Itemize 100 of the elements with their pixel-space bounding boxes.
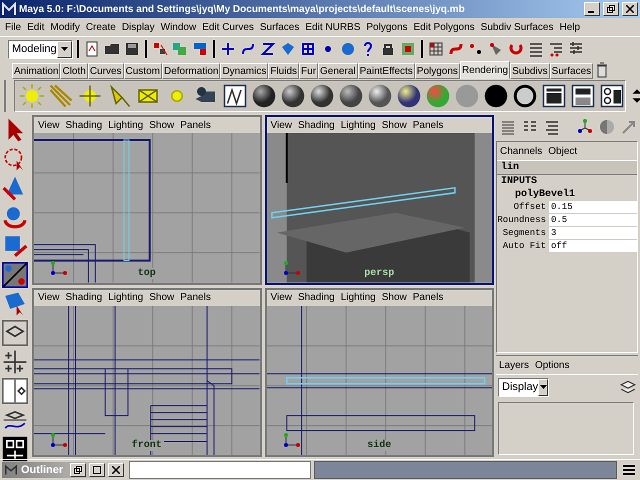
- maximize-button[interactable]: [89, 463, 105, 477]
- menu-item[interactable]: Options: [532, 360, 572, 370]
- menu-item[interactable]: Panels: [410, 292, 446, 303]
- menu-item[interactable]: Edit Curves: [199, 22, 257, 32]
- point-light-icon[interactable]: [77, 83, 103, 109]
- restore-button[interactable]: [603, 2, 619, 16]
- shelf-tab[interactable]: Dynamics: [220, 63, 268, 79]
- shelf-tab[interactable]: Curves: [88, 63, 124, 79]
- menu-item[interactable]: Shading: [295, 120, 338, 130]
- menu-item[interactable]: Show: [146, 292, 178, 303]
- camera-label: front: [130, 440, 164, 451]
- camera-label: side: [365, 440, 394, 451]
- menu-item[interactable]: Shading: [62, 120, 106, 130]
- ring-icon[interactable]: [512, 83, 538, 109]
- maya-logo-icon: [2, 2, 16, 16]
- attribute-value-field[interactable]: 0.15: [549, 201, 637, 213]
- shelf-tab[interactable]: Animation: [12, 63, 60, 79]
- close-button[interactable]: [622, 2, 638, 16]
- menu-item[interactable]: Object: [545, 146, 580, 156]
- component-select-icon[interactable]: [191, 40, 209, 58]
- menu-item[interactable]: Show: [378, 292, 410, 303]
- attribute-value-field[interactable]: 3: [549, 227, 637, 239]
- shelf-tab[interactable]: Fur: [299, 63, 318, 79]
- layer-mode-dropdown[interactable]: Display: [498, 378, 549, 396]
- menu-item[interactable]: View: [35, 120, 62, 130]
- anisotropic-sphere-icon[interactable]: [367, 83, 393, 109]
- menu-item[interactable]: Edit Polygons: [410, 22, 478, 32]
- minimize-button[interactable]: [584, 2, 600, 16]
- maximize-icon: [93, 466, 101, 474]
- menu-item[interactable]: Panels: [177, 292, 214, 303]
- menu-item[interactable]: Show: [378, 120, 410, 130]
- maya-logo-icon[interactable]: [4, 463, 18, 477]
- menu-item[interactable]: Shading: [62, 292, 106, 303]
- restore-icon: [74, 466, 82, 474]
- layered-sphere-icon[interactable]: [396, 83, 422, 109]
- viewport-panel[interactable]: View Shading Lighting Show Panels side: [264, 288, 494, 457]
- shelf-tab[interactable]: Custom: [124, 63, 162, 79]
- shelf-tab[interactable]: Cloth: [60, 63, 88, 79]
- batch-render-icon[interactable]: [599, 83, 625, 109]
- menu-item[interactable]: Modify: [47, 22, 83, 32]
- menu-item[interactable]: File: [2, 22, 24, 32]
- menu-item[interactable]: Display: [118, 22, 158, 32]
- axes-icon[interactable]: [576, 118, 594, 136]
- manipulator-icon[interactable]: [1, 262, 29, 288]
- attribute-value-field[interactable]: off: [549, 240, 637, 252]
- side-by-side-view-icon[interactable]: [1, 378, 29, 404]
- menu-item[interactable]: Lighting: [105, 120, 146, 130]
- texture-window-icon[interactable]: [222, 83, 248, 109]
- menu-item[interactable]: Edit: [24, 22, 48, 32]
- axis-icon: [50, 431, 68, 447]
- shelf-tab[interactable]: Fluids: [268, 63, 300, 79]
- menu-item[interactable]: View: [268, 292, 295, 303]
- menu-item[interactable]: Layers: [496, 360, 532, 370]
- restore-button[interactable]: [70, 463, 86, 477]
- menu-item[interactable]: View: [268, 120, 295, 130]
- node-name[interactable]: lin: [497, 161, 524, 174]
- viewport-panel[interactable]: View Shading Lighting Show Panels persp: [264, 115, 494, 284]
- menu-item[interactable]: Surfaces: [256, 22, 302, 32]
- snap-grid-icon[interactable]: [219, 40, 237, 58]
- magnet-grid-icon[interactable]: [427, 40, 445, 58]
- menu-item[interactable]: Show: [146, 120, 178, 130]
- snap-point-icon[interactable]: [259, 40, 277, 58]
- viewport-panel[interactable]: View Shading Lighting Show Panels front: [32, 288, 262, 457]
- menu-item[interactable]: Panels: [177, 120, 214, 130]
- menu-item[interactable]: Lighting: [338, 292, 379, 303]
- attribute-value-field[interactable]: 0.5: [549, 214, 637, 226]
- phong-sphere-icon[interactable]: [309, 83, 335, 109]
- input-node-name[interactable]: polyBevel1: [497, 188, 637, 201]
- menu-item[interactable]: Shading: [295, 292, 338, 303]
- shelf-tab[interactable]: Surfaces: [550, 63, 594, 79]
- menu-item[interactable]: Panels: [410, 120, 446, 130]
- ipr-clapperboard-icon[interactable]: [570, 83, 596, 109]
- mode-dropdown[interactable]: Modeling: [8, 40, 73, 58]
- close-button[interactable]: [108, 463, 124, 477]
- filled-circle-icon[interactable]: [483, 83, 509, 109]
- menu-item[interactable]: Help: [556, 22, 584, 32]
- shelf-tab[interactable]: Deformation: [162, 63, 220, 79]
- menu-item[interactable]: Subdiv Surfaces: [478, 22, 556, 32]
- snap-plane-icon[interactable]: [299, 40, 317, 58]
- menu-item[interactable]: Lighting: [105, 292, 146, 303]
- menu-item[interactable]: Window: [158, 22, 200, 32]
- shelf-tab[interactable]: Polygons: [414, 63, 460, 79]
- command-input-field[interactable]: [129, 461, 311, 479]
- single-view-icon[interactable]: [1, 320, 29, 346]
- hypershade-view-icon[interactable]: [1, 436, 29, 462]
- blinn-sphere-icon[interactable]: [280, 83, 306, 109]
- menu-item[interactable]: Polygons: [363, 22, 411, 32]
- shelf-tab[interactable]: PaintEffects: [358, 63, 415, 79]
- menu-item[interactable]: Channels: [497, 146, 546, 156]
- menu-item[interactable]: Edit NURBS: [302, 22, 364, 32]
- close-icon: [112, 466, 120, 474]
- four-view-icon[interactable]: [1, 349, 29, 375]
- clapperboard-icon[interactable]: [541, 83, 567, 109]
- shelf-tab[interactable]: Subdivs: [510, 63, 550, 79]
- shelf-tab[interactable]: General: [318, 63, 358, 79]
- menu-item[interactable]: Lighting: [338, 120, 379, 130]
- shelf-tab[interactable]: Rendering: [460, 61, 510, 79]
- lambert-sphere-icon[interactable]: [251, 83, 277, 109]
- menu-item[interactable]: View: [35, 292, 62, 303]
- menu-item[interactable]: Create: [82, 22, 119, 32]
